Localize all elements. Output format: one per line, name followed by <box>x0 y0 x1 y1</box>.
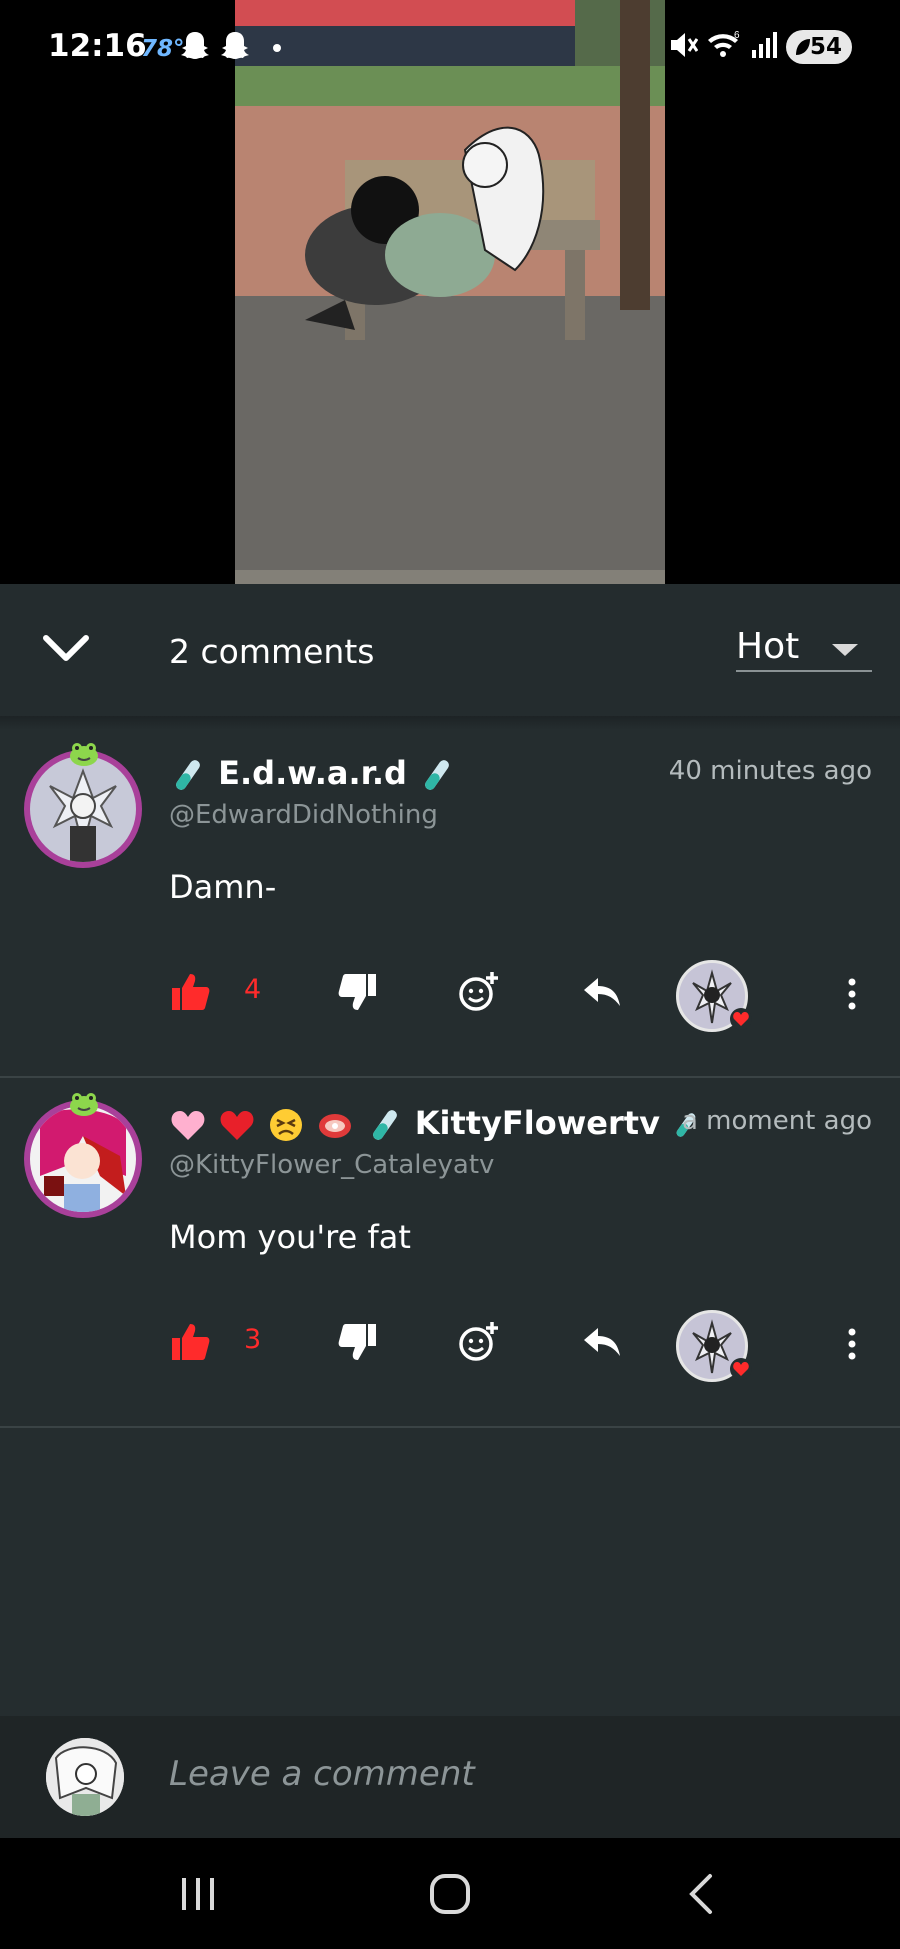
collapse-chevron-down-icon[interactable] <box>40 626 92 674</box>
creator-heart-icon <box>730 1358 752 1380</box>
battery-level: 54 <box>809 34 842 60</box>
meat-emoji-icon <box>319 1114 352 1138</box>
persevering-face-emoji-icon <box>270 1109 303 1141</box>
sort-dropdown[interactable]: Hot <box>736 626 872 672</box>
comments-panel: 2 comments Hot E.d.w.a.r.d @EdwardDidNot… <box>0 584 900 1838</box>
reply-icon[interactable] <box>580 1320 624 1364</box>
comment-input-bar[interactable]: Leave a comment <box>0 1716 900 1838</box>
comment-handle[interactable]: @EdwardDidNothing <box>169 800 438 830</box>
comment-actions: 3 <box>0 1310 900 1382</box>
notification-dot <box>273 44 281 52</box>
current-user-avatar-art <box>46 1738 124 1816</box>
pink-heart-emoji-icon <box>171 1111 205 1140</box>
sort-selected-value: Hot <box>736 626 800 667</box>
back-icon[interactable] <box>672 1866 732 1922</box>
test-tube-emoji-icon <box>372 1110 397 1140</box>
frog-badge-icon <box>70 743 98 766</box>
comment-author[interactable]: KittyFlowertv <box>169 1104 701 1144</box>
comment-time: a moment ago <box>681 1106 872 1136</box>
system-nav-bar <box>0 1838 900 1949</box>
home-icon[interactable] <box>420 1866 480 1922</box>
snapchat-icon <box>181 32 209 59</box>
comment-item: E.d.w.a.r.d @EdwardDidNothing 40 minutes… <box>0 728 900 1078</box>
signal-icon <box>752 32 777 58</box>
more-options-icon[interactable] <box>842 1324 862 1364</box>
thumbs-down-icon[interactable] <box>336 1320 380 1364</box>
comment-author-name: KittyFlowertv <box>414 1104 660 1142</box>
avatar-image <box>30 756 136 862</box>
recent-apps-icon[interactable] <box>168 1866 228 1922</box>
thumbs-down-icon[interactable] <box>336 970 380 1014</box>
commenter-avatar[interactable] <box>24 743 142 868</box>
avatar-image <box>30 1106 136 1212</box>
add-reaction-icon[interactable] <box>456 1320 500 1364</box>
comment-actions: 4 <box>0 960 900 1032</box>
snapchat-icon <box>221 32 249 59</box>
comment-item: KittyFlowertv @KittyFlower_Cataleyatv a … <box>0 1078 900 1428</box>
comments-header: 2 comments Hot <box>0 584 900 716</box>
thumbs-up-icon[interactable] <box>168 1320 212 1364</box>
like-count: 3 <box>244 1324 262 1355</box>
status-time: 12:16 <box>48 28 147 64</box>
dropdown-arrow-icon <box>832 644 858 656</box>
status-bar: 12:16 78° 6 54 <box>0 0 900 100</box>
comment-text: Mom you're fat <box>169 1218 411 1256</box>
frog-badge-icon <box>70 1093 98 1116</box>
red-heart-emoji-icon <box>220 1111 254 1140</box>
wifi-icon: 6 <box>708 30 740 57</box>
status-temperature: 78° <box>141 36 185 62</box>
current-user-avatar <box>46 1738 124 1816</box>
svg-text:6: 6 <box>734 30 740 41</box>
comment-text: Damn- <box>169 868 277 906</box>
thumbs-up-icon[interactable] <box>168 970 212 1014</box>
comment-author[interactable]: E.d.w.a.r.d <box>169 754 456 794</box>
avatar-art <box>30 1106 136 1212</box>
comment-author-name: E.d.w.a.r.d <box>218 754 407 792</box>
creator-heart-icon <box>730 1008 752 1030</box>
test-tube-emoji-icon <box>425 760 449 790</box>
mute-icon <box>671 33 698 57</box>
comment-handle[interactable]: @KittyFlower_Cataleyatv <box>169 1150 494 1180</box>
comment-input[interactable]: Leave a comment <box>169 1754 475 1794</box>
battery-indicator: 54 <box>786 30 852 64</box>
battery-saver-icon <box>796 39 810 55</box>
commenter-avatar[interactable] <box>24 1093 142 1218</box>
add-reaction-icon[interactable] <box>456 970 500 1014</box>
reply-icon[interactable] <box>580 970 624 1014</box>
comment-time: 40 minutes ago <box>668 756 872 786</box>
like-count: 4 <box>244 974 262 1005</box>
avatar-art <box>30 756 136 862</box>
comment-count: 2 comments <box>169 632 375 671</box>
test-tube-emoji-icon <box>176 760 200 790</box>
more-options-icon[interactable] <box>842 974 862 1014</box>
